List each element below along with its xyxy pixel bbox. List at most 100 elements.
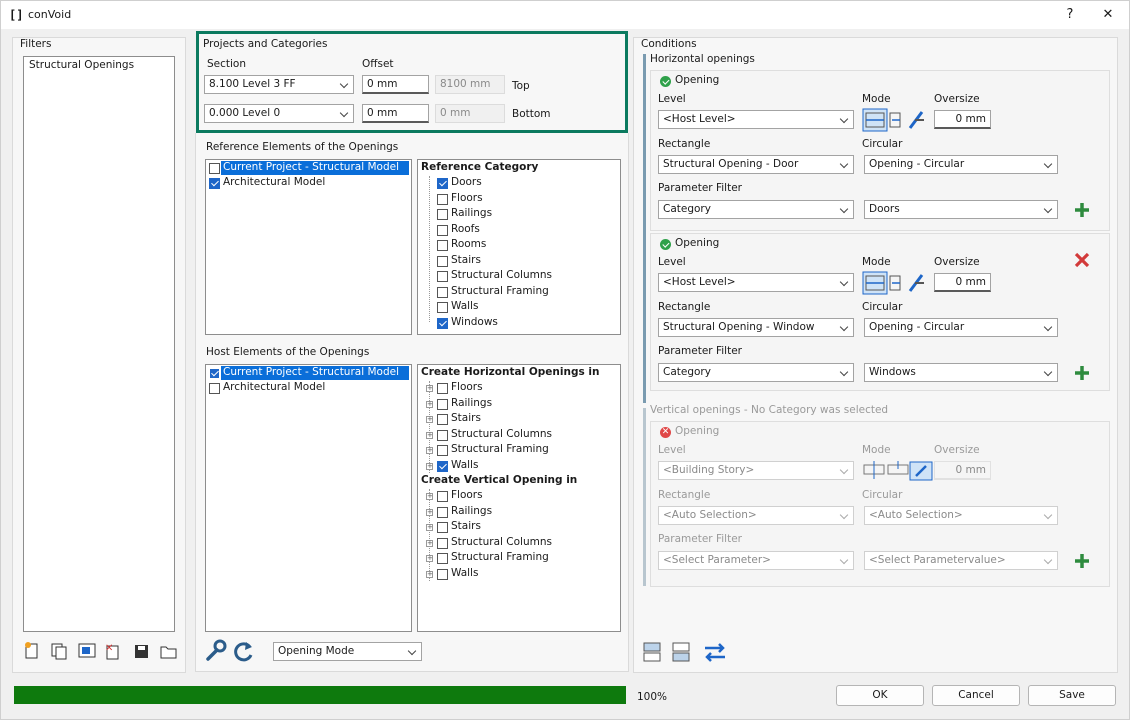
- category-label[interactable]: Rooms: [451, 238, 486, 250]
- expand-toggle[interactable]: +: [426, 447, 433, 454]
- category-label[interactable]: Floors: [451, 192, 483, 204]
- mode-side-icon[interactable]: [889, 275, 901, 291]
- mode-through-icon[interactable]: [862, 108, 888, 132]
- category-label[interactable]: Railings: [451, 505, 492, 517]
- category-checkbox[interactable]: [437, 460, 448, 472]
- delete-filter-icon[interactable]: ✕: [105, 643, 119, 660]
- close-button[interactable]: ✕: [1095, 5, 1121, 25]
- category-checkbox[interactable]: [437, 522, 448, 533]
- rectangle-select[interactable]: <Auto Selection>: [658, 506, 854, 525]
- category-label[interactable]: Stairs: [451, 254, 481, 266]
- circular-select[interactable]: Opening - Circular: [864, 318, 1058, 337]
- open-folder-icon[interactable]: [160, 646, 177, 659]
- host-model-label[interactable]: Architectural Model: [223, 381, 325, 393]
- category-label[interactable]: Structural Columns: [451, 269, 552, 281]
- copy-filter-icon[interactable]: [51, 643, 67, 660]
- remove-icon[interactable]: [1073, 251, 1091, 269]
- level-select[interactable]: <Host Level>: [658, 273, 854, 292]
- category-checkbox[interactable]: [437, 445, 448, 456]
- save-filter-icon[interactable]: [135, 645, 148, 658]
- refresh-icon[interactable]: [234, 642, 253, 662]
- insert-below-icon[interactable]: [672, 642, 690, 662]
- new-filter-icon[interactable]: [25, 642, 38, 659]
- save-button[interactable]: Save: [1028, 685, 1116, 706]
- parameter-value-select[interactable]: Doors: [864, 200, 1058, 219]
- category-label[interactable]: Walls: [451, 459, 478, 471]
- parameter-select[interactable]: Category: [658, 200, 854, 219]
- expand-toggle[interactable]: +: [426, 431, 433, 439]
- parameter-select[interactable]: Category: [658, 363, 854, 382]
- category-label[interactable]: Floors: [451, 489, 483, 501]
- wrench-icon[interactable]: [206, 639, 227, 661]
- category-label[interactable]: Structural Framing: [451, 285, 549, 297]
- expand-toggle[interactable]: +: [426, 416, 433, 423]
- expand-toggle[interactable]: +: [426, 462, 433, 470]
- top-offset-input[interactable]: 0 mm: [362, 75, 429, 94]
- cancel-button[interactable]: Cancel: [932, 685, 1020, 706]
- expand-toggle[interactable]: +: [426, 385, 433, 392]
- bottom-section-select[interactable]: 0.000 Level 0: [204, 104, 354, 123]
- help-button[interactable]: ?: [1057, 5, 1083, 25]
- ok-button[interactable]: OK: [836, 685, 924, 706]
- category-label[interactable]: Structural Columns: [451, 428, 552, 440]
- reference-model-checkbox[interactable]: [209, 163, 220, 174]
- category-label[interactable]: Railings: [451, 207, 492, 219]
- oversize-input[interactable]: 0 mm: [934, 273, 991, 292]
- reference-model-label[interactable]: Architectural Model: [223, 176, 325, 188]
- rename-filter-icon[interactable]: [78, 643, 96, 658]
- category-checkbox[interactable]: [437, 429, 448, 441]
- circular-select[interactable]: <Auto Selection>: [864, 506, 1058, 525]
- rectangle-select[interactable]: Structural Opening - Window: [658, 318, 854, 337]
- host-model-label[interactable]: Current Project - Structural Model: [223, 366, 399, 378]
- parameter-value-select[interactable]: <Select Parametervalue>: [864, 551, 1058, 570]
- category-checkbox[interactable]: [437, 568, 448, 580]
- mode-through-icon[interactable]: [862, 271, 888, 295]
- host-model-checkbox[interactable]: [209, 368, 220, 379]
- category-label[interactable]: Floors: [451, 381, 483, 393]
- category-checkbox[interactable]: [437, 537, 448, 549]
- category-label[interactable]: Stairs: [451, 412, 481, 424]
- category-checkbox[interactable]: [437, 553, 448, 564]
- category-label[interactable]: Doors: [451, 176, 482, 188]
- category-label[interactable]: Roofs: [451, 223, 480, 235]
- opening-mode-select[interactable]: Opening Mode: [273, 642, 422, 661]
- reference-model-checkbox[interactable]: [209, 178, 220, 189]
- filters-list-item[interactable]: Structural Openings: [29, 59, 134, 71]
- category-checkbox[interactable]: [437, 255, 448, 267]
- category-checkbox[interactable]: [437, 209, 448, 220]
- add-icon[interactable]: [1073, 201, 1091, 219]
- oversize-input[interactable]: 0 mm: [934, 110, 991, 129]
- category-checkbox[interactable]: [437, 193, 448, 205]
- category-label[interactable]: Walls: [451, 300, 478, 312]
- category-checkbox[interactable]: [437, 178, 448, 189]
- category-label[interactable]: Stairs: [451, 520, 481, 532]
- category-checkbox[interactable]: [437, 286, 448, 298]
- category-label[interactable]: Structural Columns: [451, 536, 552, 548]
- top-section-select[interactable]: 8.100 Level 3 FF: [204, 75, 354, 94]
- add-icon[interactable]: [1073, 552, 1091, 570]
- level-select[interactable]: <Host Level>: [658, 110, 854, 129]
- insert-above-icon[interactable]: [643, 642, 661, 662]
- category-checkbox[interactable]: [437, 506, 448, 518]
- expand-toggle[interactable]: +: [426, 508, 433, 516]
- swap-icon[interactable]: [705, 643, 725, 662]
- category-checkbox[interactable]: [437, 398, 448, 410]
- expand-toggle[interactable]: +: [426, 493, 433, 500]
- expand-toggle[interactable]: +: [426, 555, 433, 562]
- expand-toggle[interactable]: +: [426, 570, 433, 578]
- mode-cut-icon[interactable]: [909, 461, 933, 481]
- level-select[interactable]: <Building Story>: [658, 461, 854, 480]
- mode-through-icon[interactable]: [863, 461, 885, 479]
- category-label[interactable]: Structural Framing: [451, 551, 549, 563]
- circular-select[interactable]: Opening - Circular: [864, 155, 1058, 174]
- mode-cut-icon[interactable]: [908, 111, 924, 129]
- category-checkbox[interactable]: [437, 491, 448, 502]
- category-label[interactable]: Structural Framing: [451, 443, 549, 455]
- parameter-value-select[interactable]: Windows: [864, 363, 1058, 382]
- rectangle-select[interactable]: Structural Opening - Door: [658, 155, 854, 174]
- category-checkbox[interactable]: [437, 317, 448, 329]
- expand-toggle[interactable]: +: [426, 400, 433, 408]
- category-checkbox[interactable]: [437, 414, 448, 425]
- host-model-checkbox[interactable]: [209, 383, 220, 394]
- expand-toggle[interactable]: +: [426, 524, 433, 531]
